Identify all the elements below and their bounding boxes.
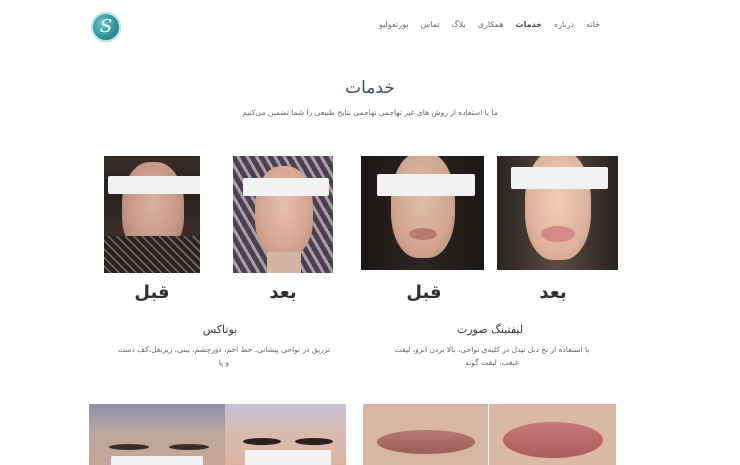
- lifting-after-photo: [497, 156, 618, 270]
- lifting-before-photo: [361, 156, 484, 270]
- lips-after-photo: [489, 404, 616, 465]
- face-shape: [391, 156, 455, 258]
- section-title: خدمات: [345, 78, 395, 98]
- service-desc-botox: تزریق در نواحی پیشانی، خط اخم، دورچشم، ب…: [108, 343, 340, 369]
- eye-cover-bar: [377, 174, 475, 196]
- eye-cover-bar: [108, 176, 200, 194]
- caption-after: بعد: [269, 282, 297, 303]
- nav-cooperation[interactable]: همکاری: [478, 20, 504, 29]
- caption-before: قبل: [406, 282, 442, 303]
- lips-shape: [541, 226, 575, 242]
- nav-services[interactable]: خدمات: [516, 20, 542, 29]
- scarf-shape: [104, 236, 200, 273]
- service-title-lifting: لیفتینگ صورت: [456, 323, 524, 336]
- forehead-before-photo: [89, 404, 225, 465]
- nav-about[interactable]: درباره: [554, 20, 574, 29]
- desc-line: و پا: [218, 358, 230, 367]
- service-title-botox: بوتاکس: [202, 323, 238, 336]
- lips-before-photo: [363, 404, 488, 465]
- brow-shape: [109, 444, 149, 450]
- eye-cover-bar: [111, 456, 203, 465]
- botox-after-photo: [233, 156, 333, 273]
- service-desc-lifting: با استفاده از نخ دبل نیدل در کلیه‌ی نواح…: [386, 343, 598, 369]
- lips-shape: [377, 430, 475, 454]
- main-nav: خانه درباره خدمات همکاری بلاگ تماس پورتف…: [379, 20, 600, 29]
- neck-shape: [267, 252, 301, 273]
- lips-shape: [503, 422, 603, 458]
- eye-cover-bar: [245, 450, 331, 465]
- caption-after: بعد: [539, 282, 567, 303]
- nav-contact[interactable]: تماس: [420, 20, 439, 29]
- eye-cover-bar: [243, 178, 329, 196]
- desc-line: با استفاده از نخ دبل نیدل در کلیه‌ی نواح…: [394, 345, 590, 354]
- site-logo[interactable]: S: [91, 12, 121, 42]
- forehead-after-photo: [225, 404, 346, 465]
- nav-home[interactable]: خانه: [586, 20, 600, 29]
- desc-line: تزریق در نواحی پیشانی، خط اخم، دورچشم، ب…: [117, 345, 331, 354]
- caption-before: قبل: [134, 282, 170, 303]
- nav-blog[interactable]: بلاگ: [452, 20, 466, 29]
- nav-portfolio[interactable]: پورتفولیو: [379, 20, 409, 29]
- botox-before-photo: [104, 156, 200, 273]
- brow-shape: [243, 438, 281, 445]
- eye-cover-bar: [511, 167, 608, 189]
- logo-letter: S: [99, 16, 113, 37]
- brow-shape: [169, 444, 209, 450]
- lips-shape: [409, 228, 437, 240]
- brow-shape: [295, 438, 333, 445]
- desc-line: غبغب، لیفت گونه: [465, 358, 519, 367]
- section-subtitle: ما با استفاده از روش های غیر تهاجمی تهاج…: [242, 108, 498, 117]
